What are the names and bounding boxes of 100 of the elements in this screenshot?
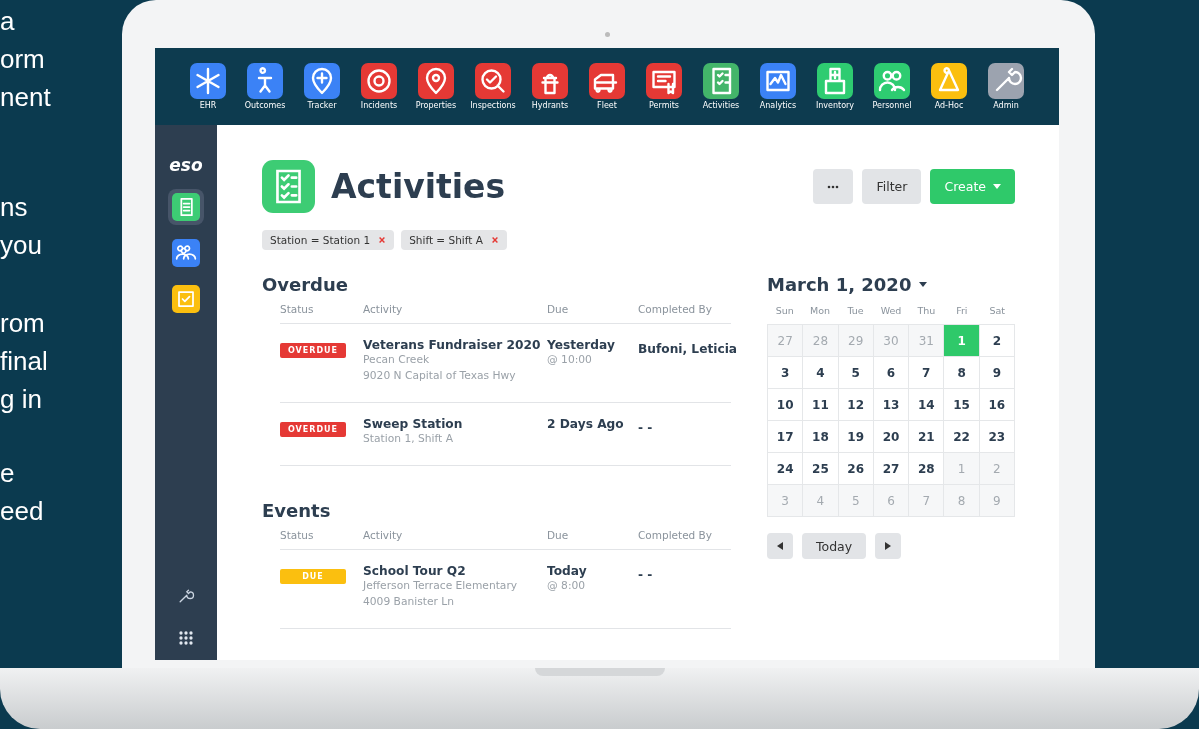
- filter-button[interactable]: Filter: [862, 169, 922, 204]
- calendar-day[interactable]: 14: [909, 389, 945, 421]
- calendar-day[interactable]: 2: [979, 325, 1015, 357]
- app-launcher[interactable]: Inspections: [466, 63, 520, 110]
- right-triangle-icon: [885, 542, 892, 550]
- marketing-text: rom: [0, 307, 45, 340]
- calendar-day[interactable]: 28: [909, 453, 945, 485]
- activity-row[interactable]: DUE School Tour Q2 Jefferson Terrace Elementary 4009 Banister Ln Today @ 8:00 - -: [280, 550, 731, 629]
- activity-detail: Station 1, Shift A: [363, 431, 453, 447]
- marketing-text: orm: [0, 43, 45, 76]
- marketing-text: you: [0, 229, 42, 262]
- marketing-text: g in: [0, 383, 42, 416]
- calendar-day[interactable]: 17: [768, 421, 804, 453]
- calendar-day[interactable]: 27: [873, 453, 910, 485]
- calendar-day[interactable]: 12: [838, 389, 874, 421]
- weekday-label: Fri: [955, 305, 969, 316]
- activity-detail: Jefferson Terrace Elementary: [363, 578, 518, 594]
- calendar-day[interactable]: 25: [803, 453, 839, 485]
- month-dropdown[interactable]: March 1, 2020: [767, 274, 928, 295]
- calendar-day[interactable]: 16: [979, 389, 1015, 421]
- caret-icon: [919, 282, 928, 287]
- activity-detail: 9020 N Capital of Texas Hwy: [363, 368, 516, 384]
- weekday-label: Thu: [916, 305, 937, 316]
- column-header: Status: [280, 529, 315, 541]
- app-launcher[interactable]: Outcomes: [238, 63, 292, 110]
- app-launcher[interactable]: Properties: [409, 63, 463, 110]
- app-launcher[interactable]: Personnel: [865, 63, 919, 110]
- column-header: Status: [280, 303, 315, 315]
- calendar-day[interactable]: 4: [803, 357, 839, 389]
- activity-name: Sweep Station: [363, 417, 463, 431]
- camera-dot: [605, 32, 610, 37]
- calendar-day[interactable]: 19: [838, 421, 874, 453]
- calendar-day[interactable]: 10: [768, 389, 804, 421]
- app-launcher[interactable]: Tracker: [295, 63, 349, 110]
- calendar-day[interactable]: 23: [979, 421, 1015, 453]
- close-icon[interactable]: [490, 236, 499, 244]
- calendar-day[interactable]: 20: [873, 421, 910, 453]
- calendar-day[interactable]: 6: [873, 357, 910, 389]
- column-header: Due: [547, 529, 570, 541]
- activity-detail: 4009 Banister Ln: [363, 594, 455, 610]
- marketing-text: nent: [0, 81, 51, 114]
- calendar-day[interactable]: 11: [803, 389, 839, 421]
- activity-name: School Tour Q2: [363, 564, 466, 578]
- app-launcher[interactable]: Incidents: [352, 63, 406, 110]
- activity-name: Veterans Fundraiser 2020: [363, 338, 541, 352]
- app-launcher[interactable]: Admin: [979, 63, 1033, 110]
- status-badge: OVERDUE: [280, 343, 346, 358]
- calendar-day[interactable]: 21: [909, 421, 945, 453]
- app-launcher[interactable]: EHR: [181, 63, 235, 110]
- app-launcher[interactable]: Hydrants: [523, 63, 577, 110]
- calendar-day[interactable]: 13: [873, 389, 910, 421]
- section-title: Overdue: [262, 274, 349, 295]
- column-header: Activity: [363, 303, 404, 315]
- more-icon: [827, 184, 840, 189]
- marketing-text: eed: [0, 495, 44, 528]
- filter-chip[interactable]: Station = Station 1: [262, 230, 395, 250]
- due-date: 2 Days Ago: [547, 417, 624, 431]
- completed-by: Bufoni, Leticia: [638, 342, 738, 356]
- section-title: Events: [262, 500, 331, 521]
- weekday-label: Wed: [879, 305, 903, 316]
- due-time: @ 8:00: [547, 578, 586, 594]
- activity-detail: Pecan Creek: [363, 352, 430, 368]
- calendar-day[interactable]: 18: [803, 421, 839, 453]
- logo: eso: [169, 155, 203, 175]
- activity-row[interactable]: OVERDUE Sweep Station Station 1, Shift A 2 Days Ago - -: [280, 403, 731, 466]
- app-launcher[interactable]: Inventory: [808, 63, 862, 110]
- app-launcher[interactable]: Ad-Hoc: [922, 63, 976, 110]
- marketing-text: e: [0, 457, 15, 490]
- column-header: Completed By: [638, 303, 714, 315]
- today-button[interactable]: Today: [802, 533, 867, 559]
- app-launcher[interactable]: Fleet: [580, 63, 634, 110]
- calendar-day[interactable]: 22: [944, 421, 980, 453]
- calendar-day[interactable]: 7: [909, 357, 945, 389]
- calendar-day[interactable]: 8: [944, 357, 980, 389]
- calendar-day[interactable]: 5: [838, 357, 874, 389]
- previous-button[interactable]: [767, 533, 793, 559]
- calendar-day[interactable]: 26: [838, 453, 874, 485]
- weekday-label: Sat: [988, 305, 1007, 316]
- weekday-label: Mon: [809, 305, 832, 316]
- due-time: @ 10:00: [547, 352, 592, 368]
- close-icon[interactable]: [378, 236, 387, 244]
- marketing-text: ns: [0, 191, 28, 224]
- app-launcher[interactable]: Analytics: [751, 63, 805, 110]
- filter-chip[interactable]: Shift = Shift A: [401, 230, 507, 250]
- app-launcher[interactable]: Activities: [694, 63, 748, 110]
- left-triangle-icon: [777, 542, 783, 550]
- calendar-day[interactable]: 9: [979, 357, 1015, 389]
- next-button[interactable]: [875, 533, 902, 559]
- column-header: Completed By: [638, 529, 714, 541]
- calendar-day[interactable]: 3: [768, 357, 804, 389]
- due-date: Today: [547, 564, 587, 578]
- sidebar-item[interactable]: [168, 189, 204, 225]
- calendar-day[interactable]: 24: [768, 453, 804, 485]
- caret-icon: [993, 184, 1001, 189]
- app-launcher[interactable]: Permits: [637, 63, 691, 110]
- completed-by: - -: [638, 568, 653, 582]
- due-date: Yesterday: [547, 338, 615, 352]
- calendar-day[interactable]: 15: [944, 389, 980, 421]
- weekday-label: Tue: [846, 305, 865, 316]
- status-badge: DUE: [280, 569, 346, 584]
